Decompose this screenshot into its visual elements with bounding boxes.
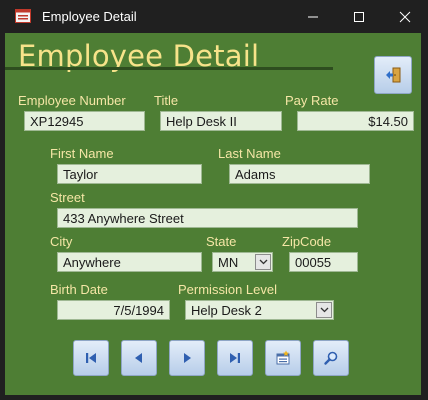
- title-label: Title: [154, 93, 179, 108]
- first-record-button[interactable]: [73, 340, 109, 376]
- birth-date-field[interactable]: 7/5/1994: [57, 300, 170, 320]
- last-record-icon: [230, 353, 240, 363]
- title-field[interactable]: Help Desk II: [160, 111, 282, 131]
- access-form-icon: [15, 9, 31, 23]
- city-field[interactable]: Anywhere: [57, 252, 202, 272]
- exit-door-icon: [386, 67, 401, 83]
- employee-number-field[interactable]: XP12945: [24, 111, 145, 131]
- first-record-icon: [86, 353, 96, 363]
- last-name-field[interactable]: Adams: [229, 164, 370, 184]
- minimize-icon: [308, 16, 318, 18]
- chevron-down-icon: [259, 259, 268, 265]
- maximize-icon: [354, 12, 364, 22]
- permission-level-value: Help Desk 2: [191, 303, 262, 318]
- employee-form: Employee Detail Employee Number XP12945 …: [5, 33, 421, 395]
- birth-date-label: Birth Date: [50, 282, 108, 297]
- street-label: Street: [50, 190, 85, 205]
- last-record-button[interactable]: [217, 340, 253, 376]
- street-field[interactable]: 433 Anywhere Street: [57, 208, 358, 228]
- permission-level-combobox[interactable]: Help Desk 2: [185, 300, 334, 320]
- state-combobox[interactable]: MN: [212, 252, 273, 272]
- close-form-button[interactable]: [374, 56, 412, 94]
- minimize-button[interactable]: [290, 0, 336, 33]
- new-record-icon: [276, 350, 290, 365]
- first-name-field[interactable]: Taylor: [57, 164, 202, 184]
- next-record-button[interactable]: [169, 340, 205, 376]
- zipcode-field[interactable]: 00055: [289, 252, 358, 272]
- close-button[interactable]: [382, 0, 428, 33]
- find-icon: [324, 351, 338, 365]
- pay-rate-label: Pay Rate: [285, 93, 339, 108]
- permission-level-label: Permission Level: [178, 282, 277, 297]
- next-record-icon: [184, 353, 191, 363]
- last-name-label: Last Name: [218, 146, 281, 161]
- first-name-label: First Name: [50, 146, 114, 161]
- employee-detail-window: Employee Detail Employee Detail Employee…: [0, 0, 428, 400]
- previous-record-icon: [135, 353, 142, 363]
- state-dropdown-button[interactable]: [255, 254, 271, 270]
- chevron-down-icon: [320, 307, 329, 313]
- state-label: State: [206, 234, 237, 249]
- title-bar[interactable]: Employee Detail: [0, 0, 428, 33]
- find-button[interactable]: [313, 340, 349, 376]
- heading-divider: [5, 67, 333, 70]
- previous-record-button[interactable]: [121, 340, 157, 376]
- window-title: Employee Detail: [42, 9, 137, 24]
- state-value: MN: [218, 255, 239, 270]
- city-label: City: [50, 234, 73, 249]
- pay-rate-field[interactable]: $14.50: [297, 111, 414, 131]
- permission-level-dropdown-button[interactable]: [316, 302, 332, 318]
- zipcode-label: ZipCode: [282, 234, 332, 249]
- close-icon: [399, 11, 411, 23]
- employee-number-label: Employee Number: [18, 93, 126, 108]
- maximize-button[interactable]: [336, 0, 382, 33]
- new-record-button[interactable]: [265, 340, 301, 376]
